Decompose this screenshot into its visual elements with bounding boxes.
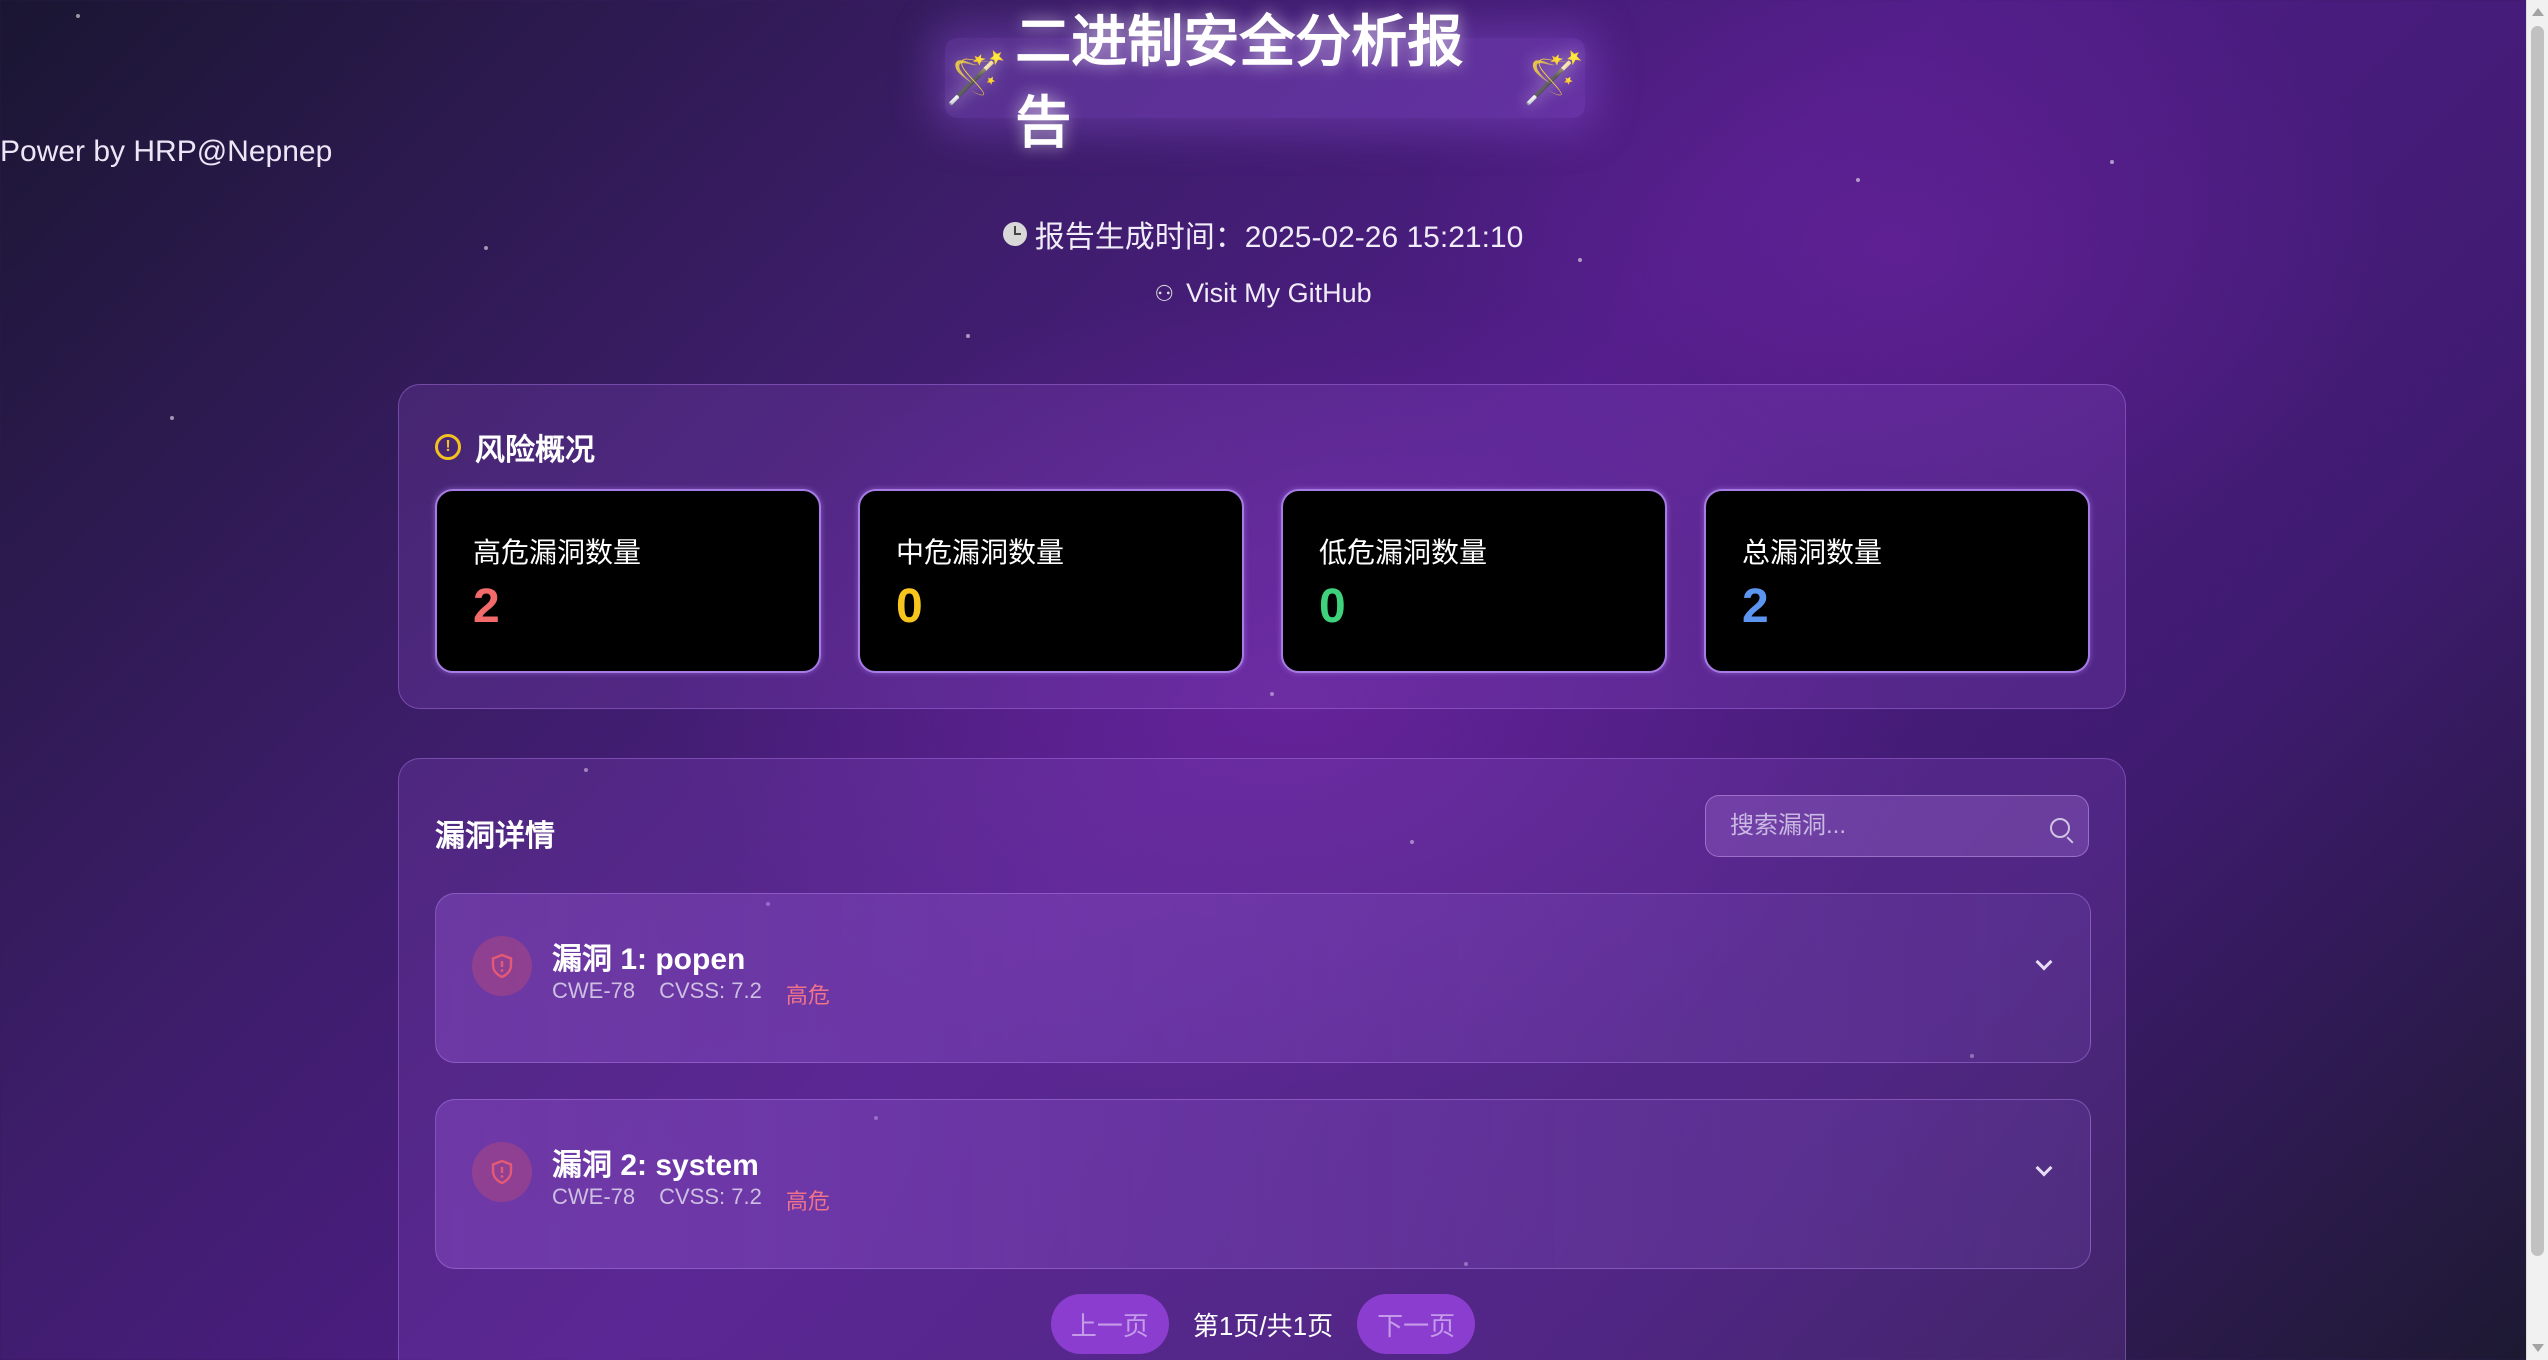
star-decoration [170,416,174,420]
vulnerability-card[interactable]: 漏洞 2: system CWE-78 CVSS: 7.2 高危 [435,1099,2091,1269]
magic-wand-icon: 🪄 [1522,49,1585,106]
stat-value: 2 [1742,580,1769,633]
stat-card-medium: 中危漏洞数量 0 [858,489,1244,673]
next-page-button[interactable]: 下一页 [1357,1294,1476,1354]
vertical-scrollbar[interactable] [2526,0,2548,1360]
scroll-down-icon[interactable] [2532,1344,2544,1352]
github-link-text[interactable]: Visit My GitHub [1186,278,1372,309]
shield-alert-icon [472,936,532,996]
generated-time: 报告生成时间：2025-02-26 15:21:10 [0,212,2526,256]
pagination: 上一页 第1页/共1页 下一页 [399,1294,2127,1354]
vulnerability-title: 漏洞 2: system [552,1149,759,1182]
vulnerability-meta: CWE-78 CVSS: 7.2 高危 [552,978,830,1010]
vulnerability-details-panel: 漏洞详情 漏洞 1: popen CWE-78 CVSS: 7.2 高危 [398,758,2126,1360]
vulnerability-title: 漏洞 1: popen [552,943,746,976]
risk-overview-title-text: 风险概况 [475,434,595,467]
cwe-id: CWE-78 [552,1184,636,1209]
shield-alert-icon [472,1142,532,1202]
cvss-score: CVSS: 7.2 [659,1184,762,1209]
star-decoration [76,14,80,18]
stat-card-high: 高危漏洞数量 2 [435,489,821,673]
stat-label: 高危漏洞数量 [473,537,642,568]
risk-overview-panel: ! 风险概况 高危漏洞数量 2 中危漏洞数量 0 低危漏洞数量 0 总漏洞数量 … [398,384,2126,709]
search-input[interactable] [1706,796,2088,856]
alert-icon: ! [435,434,461,460]
cwe-id: CWE-78 [552,978,636,1003]
star-decoration [1856,178,1860,182]
scroll-up-icon[interactable] [2532,8,2544,16]
stat-value: 0 [1319,580,1346,633]
report-title-banner: 🪄 二进制安全分析报告 🪄 [945,10,1585,154]
vulnerability-card[interactable]: 漏洞 1: popen CWE-78 CVSS: 7.2 高危 [435,893,2091,1063]
search-box[interactable] [1705,795,2089,857]
stat-card-total: 总漏洞数量 2 [1704,489,2090,673]
vulnerability-meta: CWE-78 CVSS: 7.2 高危 [552,1184,830,1216]
stat-label: 中危漏洞数量 [896,537,1065,568]
clock-icon [1002,222,1027,246]
cvss-score: CVSS: 7.2 [659,978,762,1003]
github-link[interactable]: ⚇ Visit My GitHub [0,278,2526,309]
risk-overview-title: ! 风险概况 [435,425,595,469]
prev-page-button[interactable]: 上一页 [1050,1294,1169,1354]
chevron-down-icon[interactable] [2035,1159,2053,1177]
star-decoration [966,334,970,338]
stat-value: 0 [896,580,923,633]
generated-time-text: 报告生成时间：2025-02-26 15:21:10 [1034,221,1524,254]
star-decoration [1578,258,1582,262]
severity-badge: 高危 [785,1189,830,1214]
search-icon[interactable] [2050,818,2070,838]
stat-label: 总漏洞数量 [1742,537,1883,568]
magic-wand-icon: 🪄 [945,49,1008,106]
scrollbar-thumb[interactable] [2531,26,2544,1256]
chevron-down-icon[interactable] [2035,953,2053,971]
stat-label: 低危漏洞数量 [1319,537,1488,568]
github-icon: ⚇ [1154,280,1175,306]
report-subtitle: Power by HRP@Nepnep [0,135,333,168]
stat-card-low: 低危漏洞数量 0 [1281,489,1667,673]
page-info: 第1页/共1页 [1192,1310,1334,1341]
stat-value: 2 [473,580,500,633]
severity-badge: 高危 [785,983,830,1008]
vulnerability-details-title: 漏洞详情 [435,820,555,853]
